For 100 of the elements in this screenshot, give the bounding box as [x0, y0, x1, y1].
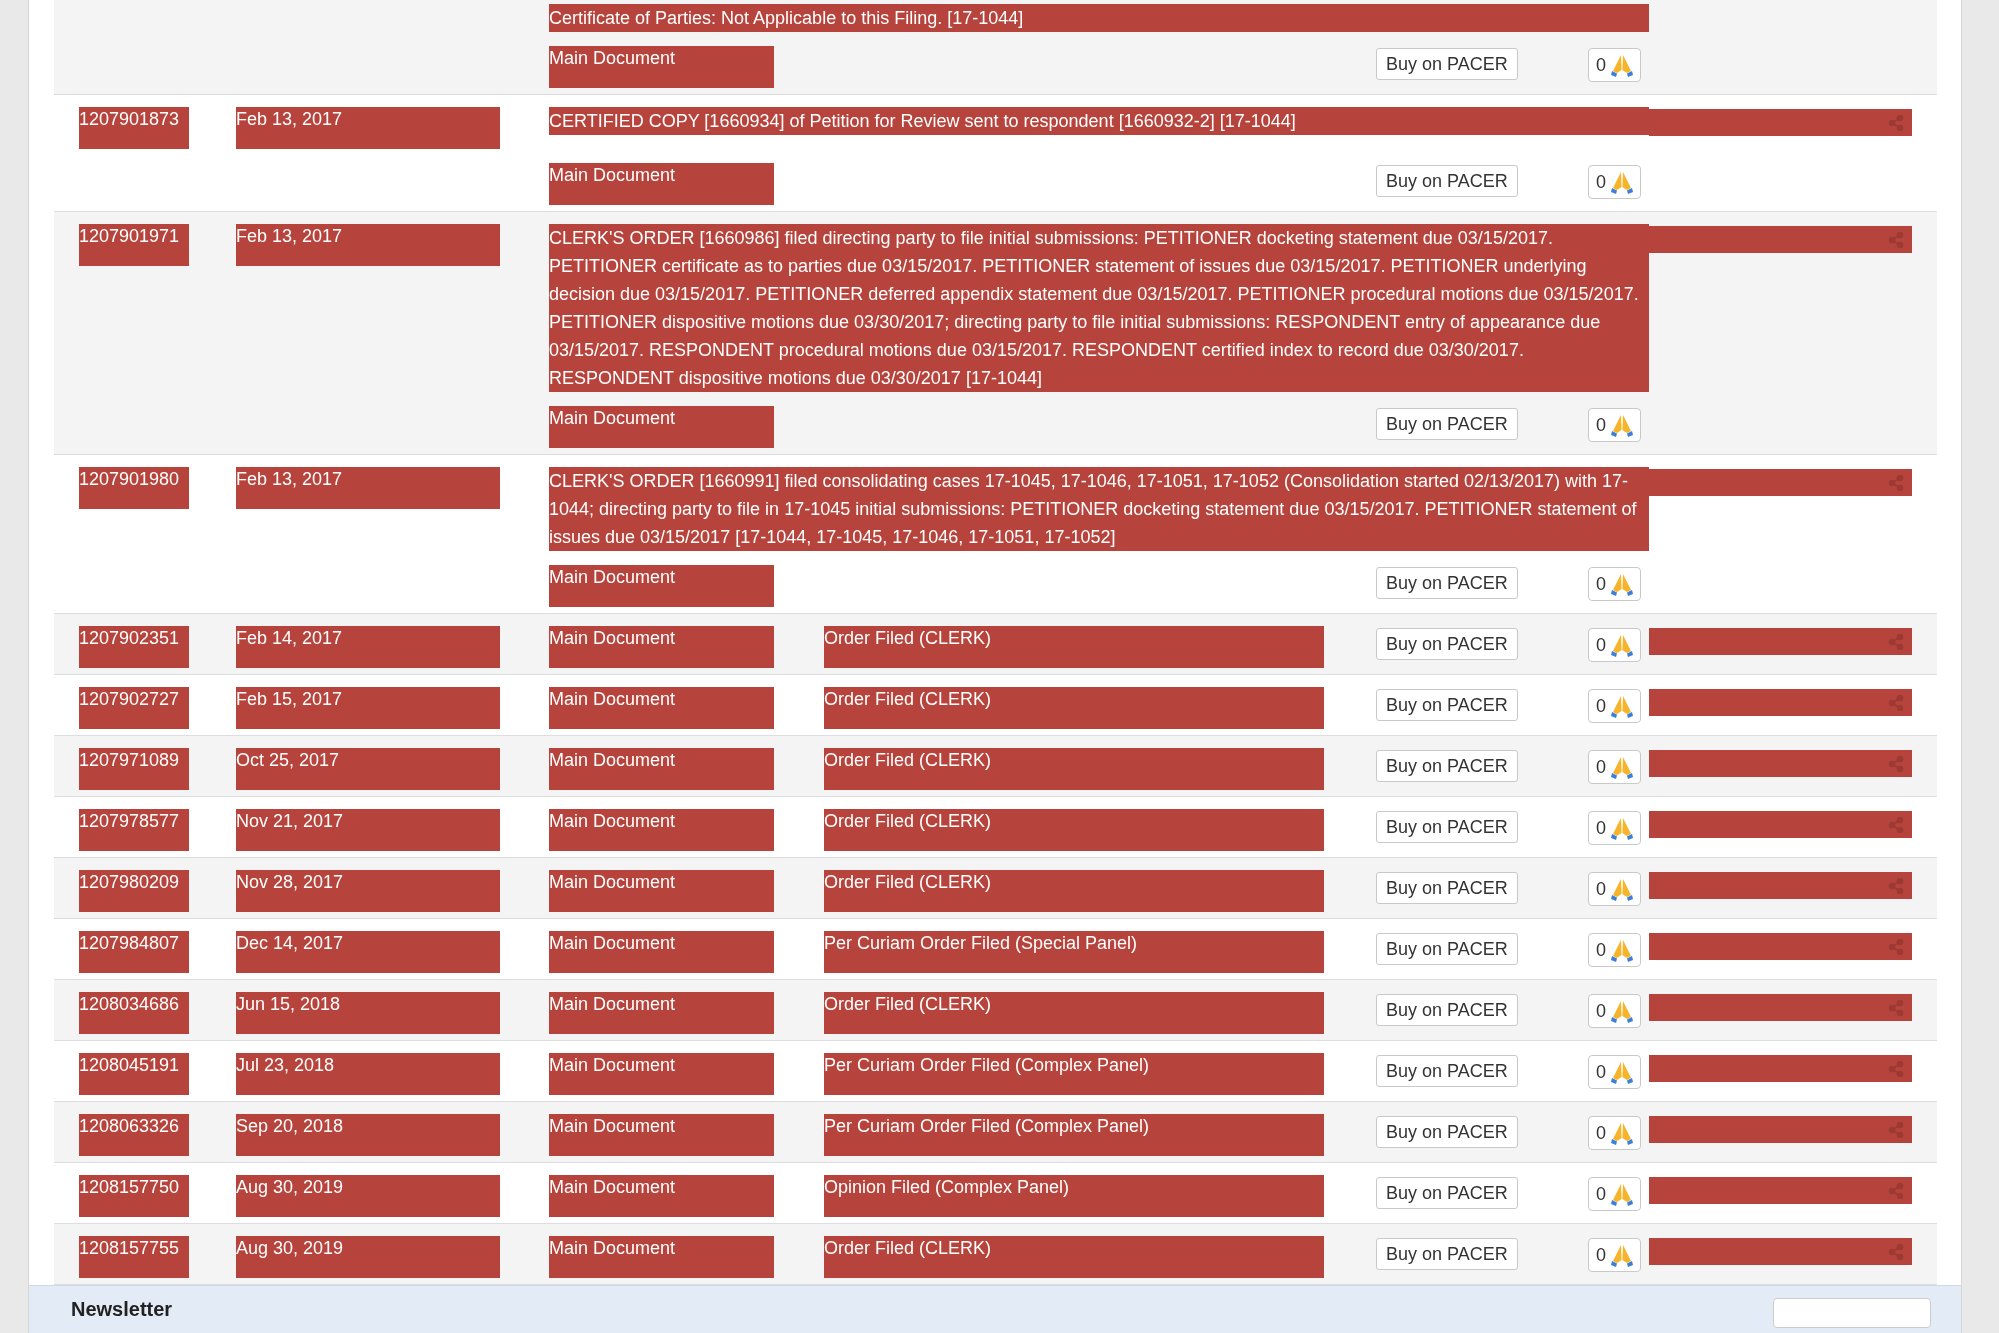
- buy-button[interactable]: Buy on PACER: [1376, 994, 1518, 1026]
- share-icon[interactable]: [1888, 877, 1904, 894]
- praying-hands-icon: [1611, 877, 1633, 901]
- share-icon[interactable]: [1888, 755, 1904, 772]
- praying-hands-icon: [1611, 170, 1633, 194]
- entry-date: Jul 23, 2018: [236, 1053, 500, 1095]
- entry-description: Order Filed (CLERK): [824, 687, 1324, 729]
- thanks-button[interactable]: 0: [1588, 872, 1641, 906]
- share-bar[interactable]: [1649, 469, 1912, 496]
- share-icon[interactable]: [1888, 694, 1904, 711]
- share-icon[interactable]: [1888, 1243, 1904, 1260]
- share-icon[interactable]: [1888, 231, 1904, 248]
- share-icon[interactable]: [1888, 1182, 1904, 1199]
- entry-description: CERTIFIED COPY [1660934] of Petition for Review sent to respondent [1660932-2] [17-1044]: [549, 107, 1649, 135]
- thanks-button[interactable]: 0: [1588, 1055, 1641, 1089]
- thanks-button[interactable]: 0: [1588, 628, 1641, 662]
- buy-button[interactable]: Buy on PACER: [1376, 1116, 1518, 1148]
- document-link[interactable]: Main Document: [549, 1175, 774, 1217]
- buy-button[interactable]: Buy on PACER: [1376, 1055, 1518, 1087]
- document-link[interactable]: Main Document: [549, 626, 774, 668]
- entry-number: 1207901873: [79, 107, 189, 149]
- share-bar[interactable]: [1649, 750, 1912, 777]
- buy-button[interactable]: Buy on PACER: [1376, 933, 1518, 965]
- entry-date: Oct 25, 2017: [236, 748, 500, 790]
- document-link[interactable]: Main Document: [549, 992, 774, 1034]
- thanks-button[interactable]: 0: [1588, 1116, 1641, 1150]
- document-link[interactable]: Main Document: [549, 406, 774, 448]
- share-bar[interactable]: [1649, 1177, 1912, 1204]
- document-link[interactable]: Main Document: [549, 46, 774, 88]
- document-link[interactable]: Main Document: [549, 1236, 774, 1278]
- entry-description: Per Curiam Order Filed (Special Panel): [824, 931, 1324, 973]
- buy-button[interactable]: Buy on PACER: [1376, 408, 1518, 440]
- buy-button[interactable]: Buy on PACER: [1376, 1238, 1518, 1270]
- share-bar[interactable]: [1649, 994, 1912, 1021]
- document-link[interactable]: Main Document: [549, 565, 774, 607]
- share-icon[interactable]: [1888, 938, 1904, 955]
- entry-number: 1207902351: [79, 626, 189, 668]
- entry-description: Order Filed (CLERK): [824, 992, 1324, 1034]
- document-link[interactable]: Main Document: [549, 809, 774, 851]
- document-link[interactable]: Main Document: [549, 1114, 774, 1156]
- thanks-button[interactable]: 0: [1588, 1177, 1641, 1211]
- share-icon[interactable]: [1888, 999, 1904, 1016]
- share-bar[interactable]: [1649, 109, 1912, 136]
- share-bar[interactable]: [1649, 689, 1912, 716]
- document-link[interactable]: Main Document: [549, 870, 774, 912]
- document-link[interactable]: Main Document: [549, 163, 774, 205]
- share-bar[interactable]: [1649, 1238, 1912, 1265]
- buy-button[interactable]: Buy on PACER: [1376, 811, 1518, 843]
- thanks-button[interactable]: 0: [1588, 48, 1641, 82]
- thanks-button[interactable]: 0: [1588, 1238, 1641, 1272]
- share-bar[interactable]: [1649, 811, 1912, 838]
- thanks-button[interactable]: 0: [1588, 933, 1641, 967]
- praying-hands-icon: [1611, 694, 1633, 718]
- share-bar[interactable]: [1649, 1116, 1912, 1143]
- share-icon[interactable]: [1888, 1060, 1904, 1077]
- share-icon[interactable]: [1888, 633, 1904, 650]
- document-link[interactable]: Main Document: [549, 748, 774, 790]
- buy-button[interactable]: Buy on PACER: [1376, 750, 1518, 782]
- thanks-button[interactable]: 0: [1588, 689, 1641, 723]
- buy-button[interactable]: Buy on PACER: [1376, 872, 1518, 904]
- document-link[interactable]: Main Document: [549, 687, 774, 729]
- thanks-button[interactable]: 0: [1588, 750, 1641, 784]
- entry-date: Sep 20, 2018: [236, 1114, 500, 1156]
- praying-hands-icon: [1611, 1182, 1633, 1206]
- entry-date: Aug 30, 2019: [236, 1236, 500, 1278]
- praying-hands-icon: [1611, 413, 1633, 437]
- buy-button[interactable]: Buy on PACER: [1376, 628, 1518, 660]
- entry-description: Order Filed (CLERK): [824, 809, 1324, 851]
- document-link[interactable]: Main Document: [549, 931, 774, 973]
- thanks-button[interactable]: 0: [1588, 994, 1641, 1028]
- share-icon[interactable]: [1888, 816, 1904, 833]
- thanks-button[interactable]: 0: [1588, 567, 1641, 601]
- thanks-button[interactable]: 0: [1588, 811, 1641, 845]
- entry-date: Feb 15, 2017: [236, 687, 500, 729]
- thanks-button[interactable]: 0: [1588, 408, 1641, 442]
- share-bar[interactable]: [1649, 933, 1912, 960]
- entry-number: 1207971089: [79, 748, 189, 790]
- document-link[interactable]: Main Document: [549, 1053, 774, 1095]
- entry-date: Feb 13, 2017: [236, 107, 500, 149]
- entry-number: 1207901971: [79, 224, 189, 266]
- buy-button[interactable]: Buy on PACER: [1376, 165, 1518, 197]
- buy-button[interactable]: Buy on PACER: [1376, 1177, 1518, 1209]
- share-icon[interactable]: [1888, 474, 1904, 491]
- thanks-button[interactable]: 0: [1588, 165, 1641, 199]
- buy-button[interactable]: Buy on PACER: [1376, 567, 1518, 599]
- share-bar[interactable]: [1649, 226, 1912, 253]
- share-icon[interactable]: [1888, 1121, 1904, 1138]
- entry-description: Opinion Filed (Complex Panel): [824, 1175, 1324, 1217]
- entry-date: Feb 13, 2017: [236, 467, 500, 509]
- entry-number: 1208034686: [79, 992, 189, 1034]
- praying-hands-icon: [1611, 633, 1633, 657]
- entry-number: 1208063326: [79, 1114, 189, 1156]
- share-bar[interactable]: [1649, 628, 1912, 655]
- share-bar[interactable]: [1649, 872, 1912, 899]
- share-icon[interactable]: [1888, 114, 1904, 131]
- buy-button[interactable]: Buy on PACER: [1376, 48, 1518, 80]
- buy-button[interactable]: Buy on PACER: [1376, 689, 1518, 721]
- share-bar[interactable]: [1649, 1055, 1912, 1082]
- entry-description: Order Filed (CLERK): [824, 1236, 1324, 1278]
- footer-button[interactable]: [1773, 1298, 1931, 1328]
